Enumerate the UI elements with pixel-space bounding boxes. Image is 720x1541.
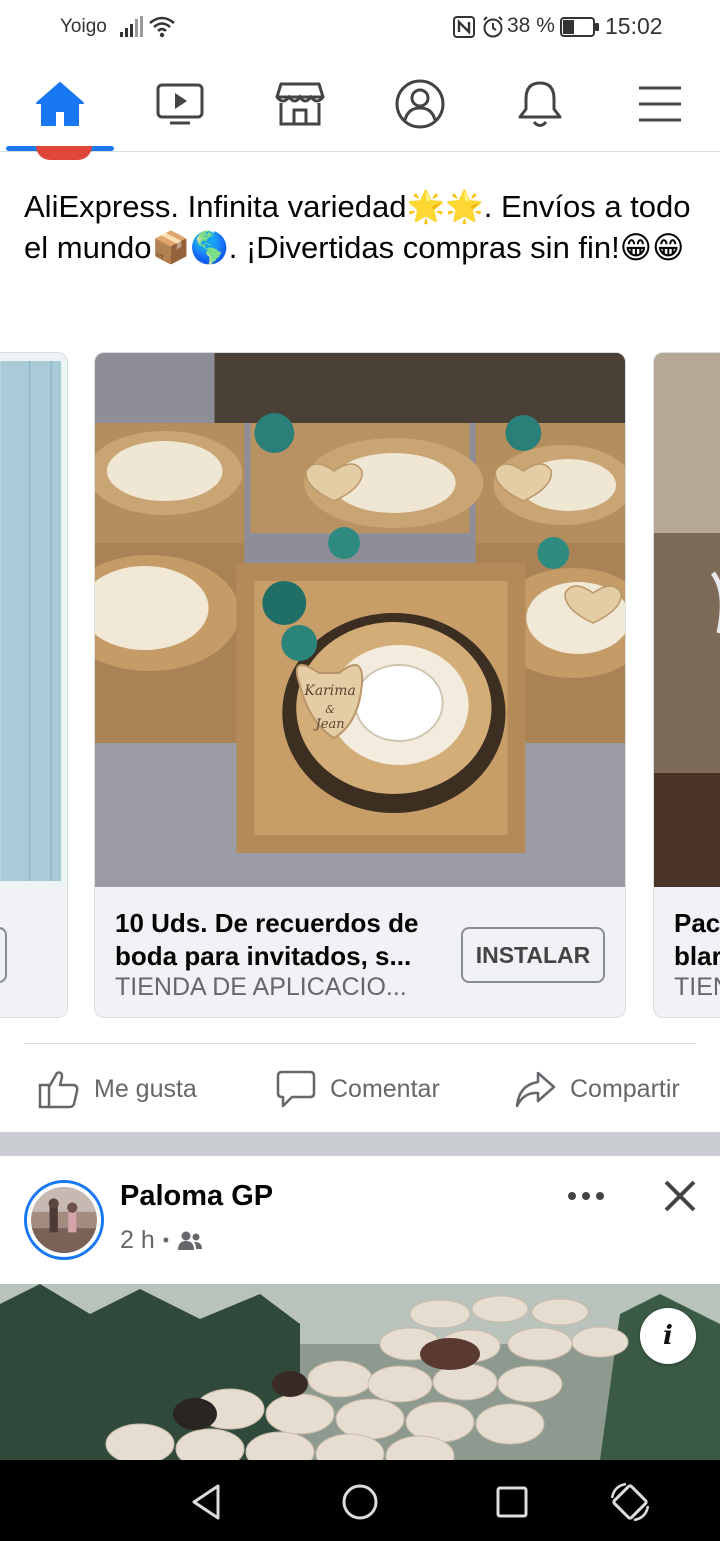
comment-label: Comentar: [330, 1074, 440, 1103]
card-footer-previous: AR: [0, 887, 67, 1017]
system-navigation-bar: [0, 1460, 720, 1541]
post-photo[interactable]: [0, 1284, 720, 1460]
share-label: Compartir: [570, 1074, 680, 1103]
nav-tab-menu[interactable]: [600, 56, 720, 151]
ad-info-button[interactable]: i: [640, 1308, 696, 1364]
carrier-name: Yoigo: [60, 16, 107, 37]
nav-tab-marketplace[interactable]: [240, 56, 360, 151]
signal-icon: [120, 16, 143, 37]
product-image-next: [654, 353, 720, 887]
friends-icon: [178, 1231, 203, 1250]
nav-tab-home[interactable]: [0, 56, 120, 151]
previous-avatar-peek: [36, 146, 92, 160]
like-button[interactable]: Me gusta: [38, 1058, 197, 1120]
wifi-icon: [149, 16, 175, 38]
carousel-card-next[interactable]: Pac blar TIEN: [653, 352, 720, 1018]
share-icon: [515, 1071, 556, 1108]
product-title-next-line1: Pac: [674, 908, 720, 938]
recents-icon[interactable]: [490, 1480, 534, 1524]
carousel-card-main[interactable]: Karima & Jean 10 Uds. De recuerdos de bo…: [94, 352, 626, 1018]
meta-separator: •: [162, 1230, 170, 1250]
author-name[interactable]: Paloma GP: [120, 1180, 273, 1213]
menu-icon: [639, 86, 681, 121]
card-footer-next: Pac blar TIEN: [654, 887, 720, 1017]
product-title-next-line2: blar: [674, 941, 720, 971]
battery-percent: 38 %: [507, 14, 555, 37]
action-divider: [24, 1043, 696, 1044]
alarm-icon: [483, 16, 503, 38]
svg-text:Jean: Jean: [313, 717, 345, 732]
home-circle-icon[interactable]: [338, 1480, 382, 1524]
install-button[interactable]: INSTALAR: [461, 927, 605, 983]
top-navigation: [0, 56, 720, 152]
status-bar: Yoigo 38 % 15:02: [0, 0, 720, 56]
feed-separator: [0, 1132, 720, 1156]
rotate-icon[interactable]: [608, 1480, 652, 1524]
nav-tab-profile[interactable]: [360, 56, 480, 151]
svg-text:Karima: Karima: [303, 683, 355, 699]
card-footer-main: 10 Uds. De recuerdos de boda para invita…: [95, 887, 625, 1017]
product-title[interactable]: 10 Uds. De recuerdos de boda para invita…: [115, 907, 435, 973]
battery-icon: [560, 17, 599, 37]
marketplace-icon: [275, 82, 325, 125]
profile-icon: [395, 79, 445, 128]
like-label: Me gusta: [94, 1074, 197, 1103]
avatar-photo: [31, 1187, 97, 1253]
watch-video-icon: [156, 83, 204, 124]
thumbs-up-icon: [38, 1071, 79, 1109]
product-image-previous: [0, 353, 67, 887]
product-source: TIENDA DE APLICACIO...: [115, 973, 407, 1001]
svg-text:&: &: [325, 703, 335, 716]
install-button-previous[interactable]: AR: [0, 927, 7, 983]
product-source-next: TIEN: [674, 973, 720, 1001]
author-avatar[interactable]: [24, 1180, 104, 1260]
comment-icon: [276, 1070, 316, 1108]
more-options-icon[interactable]: [566, 1182, 606, 1210]
close-icon[interactable]: [660, 1176, 700, 1216]
nfc-icon: [453, 16, 475, 38]
post-text: AliExpress. Infinita variedad🌟🌟. Envíos …: [24, 189, 691, 265]
post-time[interactable]: 2 h: [120, 1226, 155, 1255]
nav-tab-notifications[interactable]: [480, 56, 600, 151]
home-icon: [36, 81, 84, 126]
product-title-next[interactable]: Pac blar: [674, 907, 720, 973]
post-meta: 2 h •: [120, 1226, 203, 1255]
ad-carousel[interactable]: AR: [0, 352, 720, 1020]
share-button[interactable]: Compartir: [514, 1058, 680, 1120]
product-image-main: Karima & Jean: [95, 353, 625, 887]
carousel-card-previous[interactable]: AR: [0, 352, 68, 1018]
nav-tab-watch[interactable]: [120, 56, 240, 151]
post-actions: Me gusta Comentar Compartir: [0, 1058, 720, 1120]
back-icon[interactable]: [184, 1480, 228, 1524]
status-time: 15:02: [605, 13, 663, 39]
notifications-bell-icon: [518, 81, 562, 127]
comment-button[interactable]: Comentar: [276, 1058, 440, 1120]
